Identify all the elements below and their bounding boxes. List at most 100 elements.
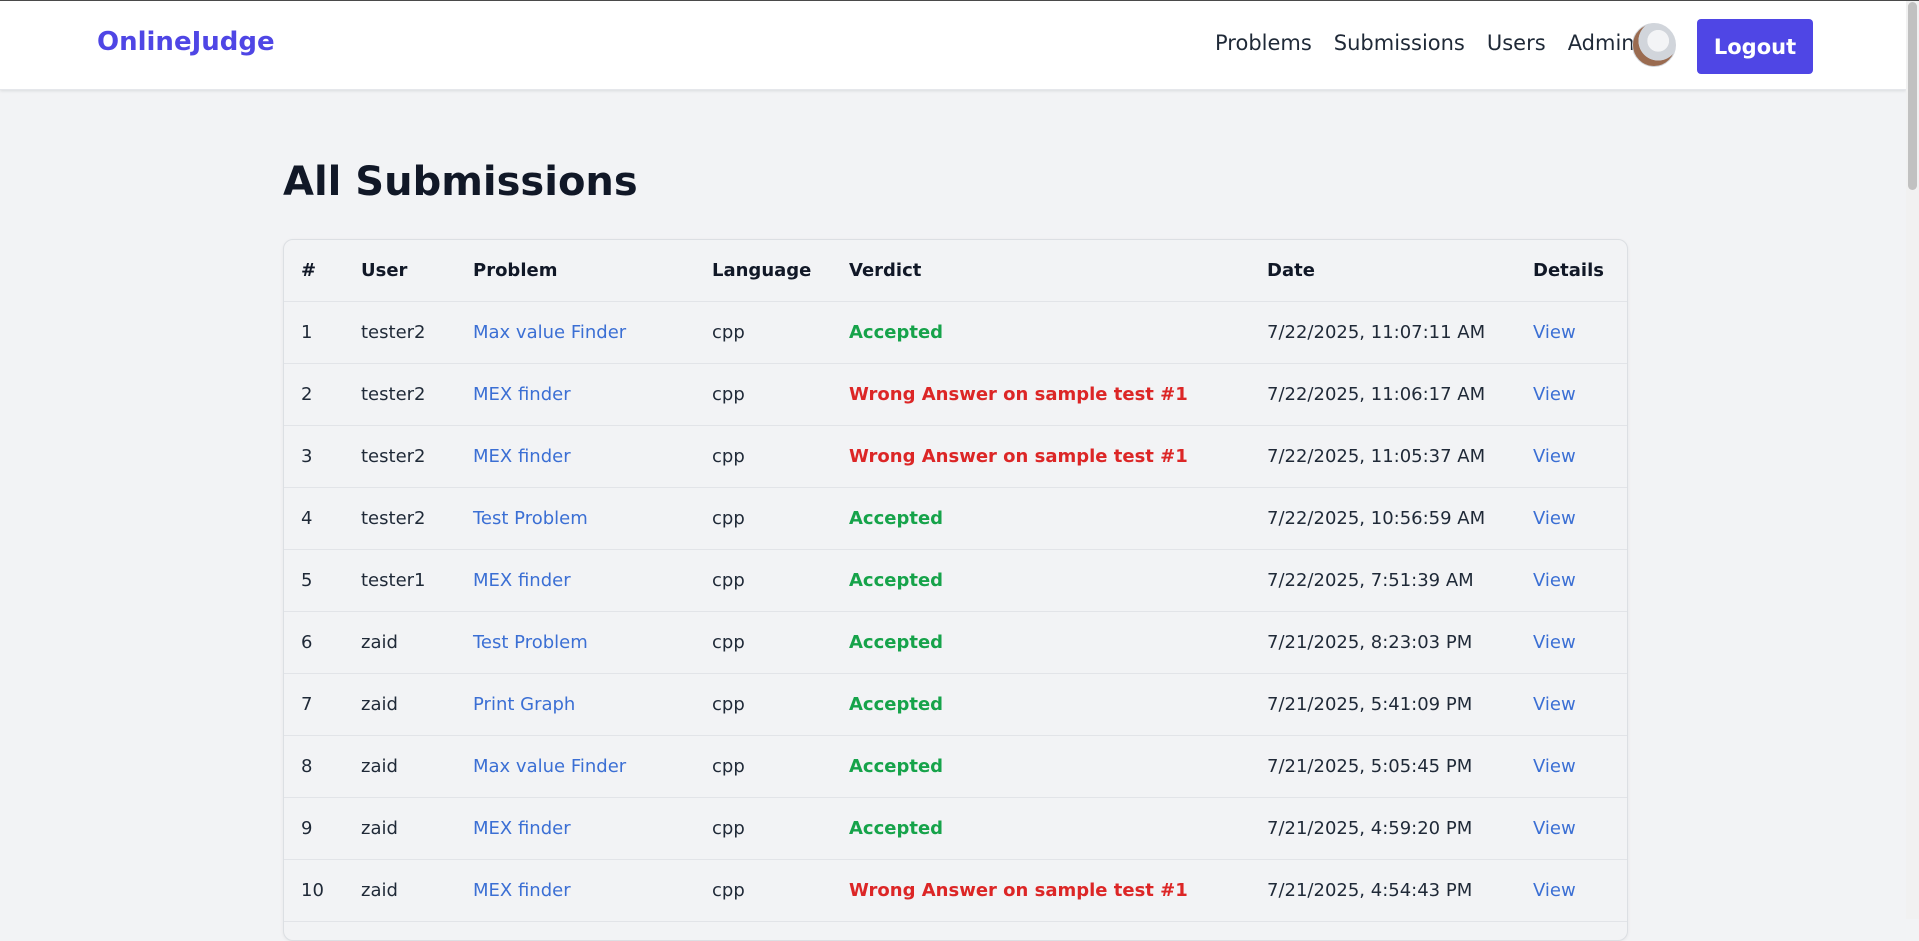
submission-language: cpp (712, 425, 849, 488)
submission-number: 2 (284, 363, 361, 426)
submission-user: tester2 (361, 487, 473, 550)
verdict: Wrong Answer on sample test #1 (849, 859, 1267, 922)
view-details-link[interactable]: View (1533, 859, 1627, 922)
view-details-link[interactable]: View (1533, 363, 1627, 426)
submission-language: cpp (712, 797, 849, 860)
table-header-row: # User Problem Language Verdict Date Det… (284, 240, 1627, 302)
submission-user: zaid (361, 735, 473, 798)
problem-link[interactable]: Test Problem (473, 611, 712, 674)
submission-number: 9 (284, 797, 361, 860)
submission-language: cpp (712, 673, 849, 736)
submission-date: 7/21/2025, 8:23:03 PM (1267, 611, 1533, 674)
problem-link[interactable]: MEX finder (473, 425, 712, 488)
table-row: 7 zaid Print Graph cpp Accepted 7/21/2025, 5:… (284, 673, 1627, 736)
submission-number: 3 (284, 425, 361, 488)
user-avatar[interactable] (1632, 23, 1676, 67)
logout-button[interactable]: Logout (1697, 19, 1813, 74)
submission-user: zaid (361, 611, 473, 674)
brand-logo[interactable]: OnlineJudge (97, 27, 275, 57)
col-header-date: Date (1267, 240, 1533, 302)
page-scrollbar[interactable] (1906, 1, 1919, 919)
verdict: Accepted (849, 797, 1267, 860)
view-details-link[interactable]: View (1533, 487, 1627, 550)
col-header-num: # (284, 240, 361, 302)
table-row: 10 zaid MEX finder cpp Wrong Answer on sampl… (284, 859, 1627, 922)
table-row: 3 tester2 MEX finder cpp Wrong Answer on sam… (284, 425, 1627, 488)
scrollbar-thumb[interactable] (1908, 2, 1917, 190)
problem-link[interactable]: Test Problem (473, 487, 712, 550)
view-details-link[interactable]: View (1533, 797, 1627, 860)
verdict: Accepted (849, 549, 1267, 612)
verdict: Accepted (849, 673, 1267, 736)
submission-language: cpp (712, 611, 849, 674)
view-details-link[interactable]: View (1533, 673, 1627, 736)
view-details-link[interactable]: View (1533, 301, 1627, 364)
view-details-link[interactable]: View (1533, 549, 1627, 612)
problem-link[interactable]: Print Graph (473, 673, 712, 736)
submission-user: tester2 (361, 425, 473, 488)
submission-date: 7/22/2025, 10:56:59 AM (1267, 487, 1533, 550)
submission-date: 7/21/2025, 4:54:43 PM (1267, 859, 1533, 922)
verdict: Accepted (849, 735, 1267, 798)
verdict: Wrong Answer on sample test #1 (849, 425, 1267, 488)
col-header-verdict: Verdict (849, 240, 1267, 302)
submission-date: 7/22/2025, 11:06:17 AM (1267, 363, 1533, 426)
submission-number: 5 (284, 549, 361, 612)
submission-user: zaid (361, 797, 473, 860)
submission-number: 8 (284, 735, 361, 798)
submissions-table-card: # User Problem Language Verdict Date Det… (283, 239, 1628, 941)
submission-user: zaid (361, 859, 473, 922)
view-details-link[interactable]: View (1533, 611, 1627, 674)
verdict: Accepted (849, 301, 1267, 364)
col-header-problem: Problem (473, 240, 712, 302)
submission-number: 6 (284, 611, 361, 674)
page-title: All Submissions (283, 159, 638, 205)
submission-language: cpp (712, 487, 849, 550)
submission-date: 7/22/2025, 11:07:11 AM (1267, 301, 1533, 364)
submission-date: 7/21/2025, 5:41:09 PM (1267, 673, 1533, 736)
view-details-link[interactable]: View (1533, 425, 1627, 488)
table-row: 2 tester2 MEX finder cpp Wrong Answer on sam… (284, 363, 1627, 426)
table-row: 5 tester1 MEX finder cpp Accepted 7/22/2025, … (284, 549, 1627, 612)
nav-link-users[interactable]: Users (1487, 31, 1546, 55)
verdict: Accepted (849, 487, 1267, 550)
problem-link[interactable]: MEX finder (473, 363, 712, 426)
nav-link-submissions[interactable]: Submissions (1334, 31, 1465, 55)
submission-user: tester1 (361, 549, 473, 612)
table-row: 9 zaid MEX finder cpp Accepted 7/21/2025, 4:5… (284, 797, 1627, 860)
submission-user: tester2 (361, 363, 473, 426)
problem-link[interactable]: MEX finder (473, 549, 712, 612)
problem-link[interactable]: Max value Finder (473, 301, 712, 364)
submission-user: tester2 (361, 301, 473, 364)
table-row: 1 tester2 Max value Finder cpp Accepted 7/22/… (284, 301, 1627, 364)
col-header-language: Language (712, 240, 849, 302)
submission-language: cpp (712, 859, 849, 922)
submission-language: cpp (712, 735, 849, 798)
table-row: 4 tester2 Test Problem cpp Accepted 7/22/2025… (284, 487, 1627, 550)
submission-date: 7/21/2025, 4:59:20 PM (1267, 797, 1533, 860)
submission-language: cpp (712, 549, 849, 612)
table-body: 1 tester2 Max value Finder cpp Accepted 7/22/… (284, 301, 1627, 922)
navbar: OnlineJudge Problems Submissions Users A… (0, 1, 1906, 90)
problem-link[interactable]: MEX finder (473, 797, 712, 860)
submission-date: 7/22/2025, 11:05:37 AM (1267, 425, 1533, 488)
problem-link[interactable]: MEX finder (473, 859, 712, 922)
nav-link-admin[interactable]: Admin (1568, 31, 1635, 55)
submission-date: 7/21/2025, 5:05:45 PM (1267, 735, 1533, 798)
nav-link-problems[interactable]: Problems (1215, 31, 1312, 55)
submission-language: cpp (712, 363, 849, 426)
submissions-table: # User Problem Language Verdict Date Det… (284, 240, 1627, 922)
view-details-link[interactable]: View (1533, 735, 1627, 798)
col-header-user: User (361, 240, 473, 302)
submission-user: zaid (361, 673, 473, 736)
submission-number: 1 (284, 301, 361, 364)
table-row: 6 zaid Test Problem cpp Accepted 7/21/2025, 8… (284, 611, 1627, 674)
nav-links: Problems Submissions Users Admin (1215, 31, 1657, 55)
col-header-details: Details (1533, 240, 1627, 302)
submission-number: 4 (284, 487, 361, 550)
submission-number: 7 (284, 673, 361, 736)
verdict: Accepted (849, 611, 1267, 674)
submission-date: 7/22/2025, 7:51:39 AM (1267, 549, 1533, 612)
submission-number: 10 (284, 859, 361, 922)
problem-link[interactable]: Max value Finder (473, 735, 712, 798)
